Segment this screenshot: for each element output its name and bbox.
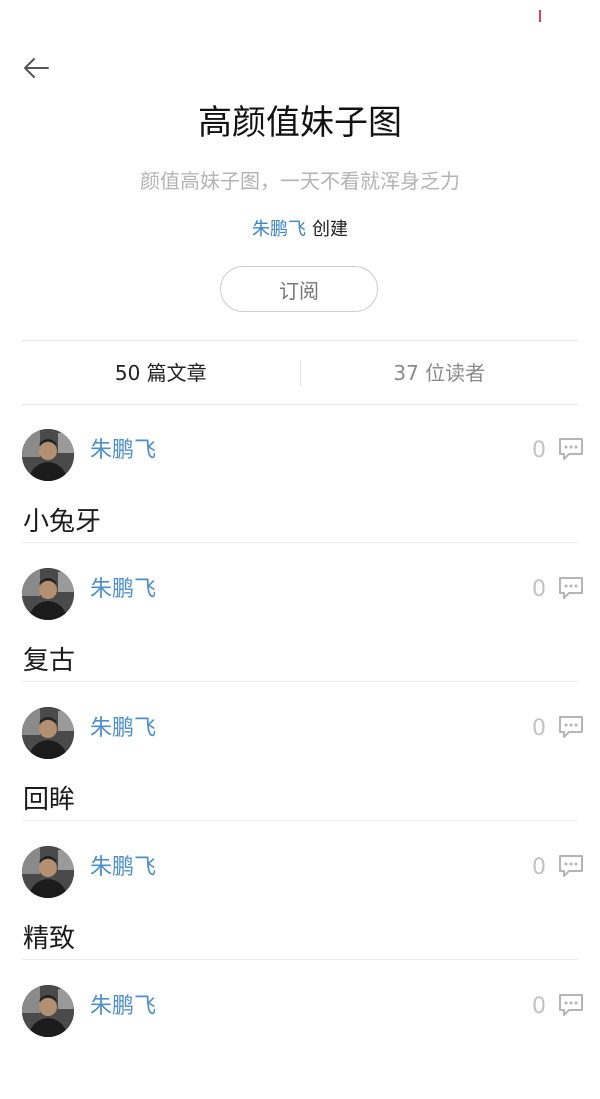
- comment-count: 0: [532, 438, 546, 463]
- post-author[interactable]: 朱鹏飞: [90, 436, 156, 466]
- post-title[interactable]: 复古: [23, 643, 75, 679]
- stats-bar: 50 篇文章 37 位读者: [22, 340, 578, 405]
- post-list: 朱鹏飞 0 小兔牙 朱鹏飞 0 复古 朱鹏飞 0 回眸 朱鹏飞 0 精致 朱鹏飞…: [22, 404, 583, 1099]
- post-author[interactable]: 朱鹏飞: [90, 992, 156, 1022]
- comment-count: 0: [532, 855, 546, 880]
- avatar[interactable]: [22, 985, 74, 1037]
- comment-icon[interactable]: [558, 437, 584, 461]
- avatar[interactable]: [22, 707, 74, 759]
- comment-icon[interactable]: [558, 854, 584, 878]
- avatar[interactable]: [22, 846, 74, 898]
- creator-suffix: 创建: [312, 219, 348, 240]
- avatar[interactable]: [22, 568, 74, 620]
- comment-icon[interactable]: [558, 576, 584, 600]
- status-indicator: [539, 10, 541, 22]
- post-author[interactable]: 朱鹏飞: [90, 714, 156, 744]
- comment-count: 0: [532, 994, 546, 1019]
- post-item[interactable]: 朱鹏飞 0 回眸: [22, 682, 583, 821]
- back-arrow-icon: [24, 58, 49, 78]
- post-title[interactable]: 小兔牙: [23, 504, 101, 540]
- articles-count-tab[interactable]: 50 篇文章: [22, 358, 300, 388]
- comment-count: 0: [532, 716, 546, 741]
- page-subtitle: 颜值高妹子图，一天不看就浑身乏力: [140, 169, 460, 193]
- creator-line: 朱鹏飞 创建: [0, 216, 600, 244]
- post-title[interactable]: 精致: [23, 921, 75, 957]
- post-author[interactable]: 朱鹏飞: [90, 853, 156, 883]
- post-title[interactable]: 回眸: [23, 782, 75, 818]
- post-item[interactable]: 朱鹏飞 0 小兔牙: [22, 404, 583, 543]
- post-item[interactable]: 朱鹏飞 0: [22, 960, 583, 1099]
- avatar[interactable]: [22, 429, 74, 481]
- subscribe-button[interactable]: 订阅: [220, 266, 378, 312]
- readers-count-tab[interactable]: 37 位读者: [301, 358, 579, 388]
- page-title: 高颜值妹子图: [198, 103, 402, 143]
- post-item[interactable]: 朱鹏飞 0 复古: [22, 543, 583, 682]
- creator-name-link[interactable]: 朱鹏飞: [252, 219, 306, 240]
- post-author[interactable]: 朱鹏飞: [90, 575, 156, 605]
- post-item[interactable]: 朱鹏飞 0 精致: [22, 821, 583, 960]
- back-button[interactable]: [18, 50, 54, 86]
- comment-count: 0: [532, 577, 546, 602]
- comment-icon[interactable]: [558, 993, 584, 1017]
- comment-icon[interactable]: [558, 715, 584, 739]
